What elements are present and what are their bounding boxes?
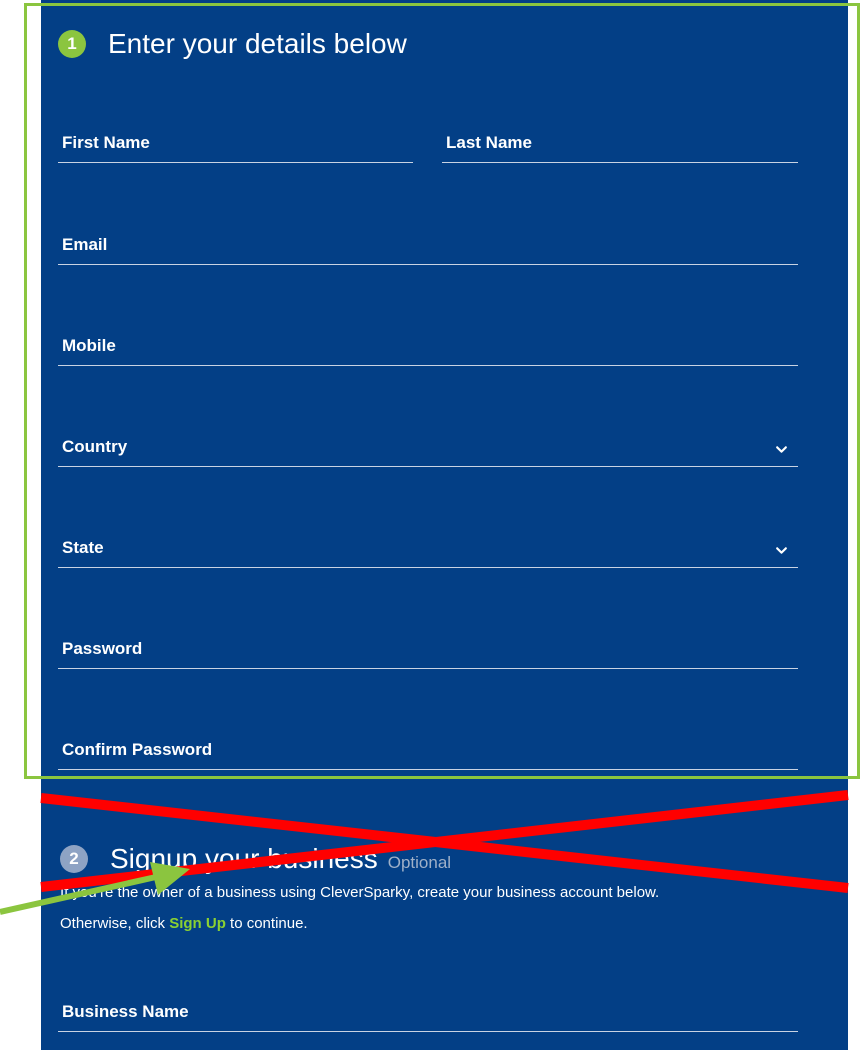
confirm-password-label: Confirm Password [62,740,213,759]
last-name-label: Last Name [446,133,532,152]
business-name-field[interactable]: Business Name [58,997,798,1032]
email-field[interactable]: Email [58,230,798,265]
confirm-password-field[interactable]: Confirm Password [58,735,798,770]
country-select[interactable]: Country [58,432,798,467]
first-name-label: First Name [62,133,150,152]
intro-prefix: Otherwise, click [60,915,170,932]
country-label: Country [62,437,128,456]
business-name-label: Business Name [62,1002,189,1021]
optional-label: Optional [387,853,452,872]
step-1-badge: 1 [58,30,86,58]
state-label: State [62,538,104,557]
step-2-title: Signup your business [110,843,378,874]
intro-suffix: to continue. [225,915,308,932]
last-name-field[interactable]: Last Name [442,128,798,163]
business-intro-text: If you’re the owner of a business using … [60,877,820,939]
step-1-header: 1 Enter your details below [58,28,407,60]
chevron-down-icon[interactable] [775,443,788,456]
step-2-badge: 2 [60,845,88,873]
sign-up-link[interactable]: Sign Up [169,915,226,932]
password-field[interactable]: Password [58,634,798,669]
mobile-field[interactable]: Mobile [58,331,798,366]
step-1-title: Enter your details below [108,28,407,59]
mobile-label: Mobile [62,336,116,355]
intro-line-1: If you’re the owner of a business using … [60,884,660,901]
state-select[interactable]: State [58,533,798,568]
chevron-down-icon[interactable] [775,544,788,557]
step-2-header: 2 Signup your business Optional [60,843,451,875]
email-label: Email [62,235,108,254]
intro-line-2: Otherwise, click Sign Up to continue. [60,908,820,939]
password-label: Password [62,639,143,658]
first-name-field[interactable]: First Name [58,128,413,163]
